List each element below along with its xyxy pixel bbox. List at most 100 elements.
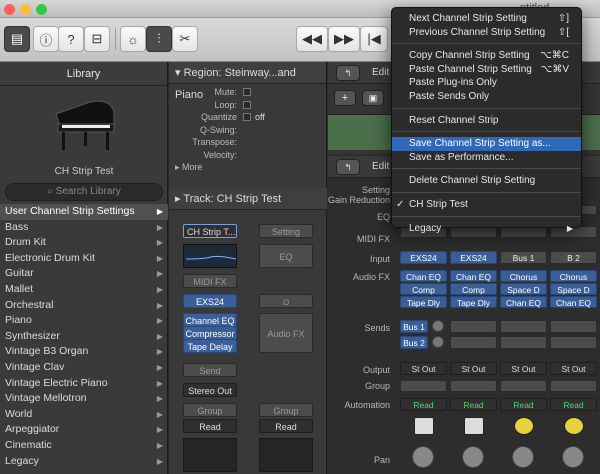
edit-menu[interactable]: Edit bbox=[372, 67, 389, 78]
audio-fx-slot[interactable]: Tape Dly bbox=[450, 296, 497, 308]
output-slot[interactable]: St Out bbox=[400, 362, 447, 375]
smart-controls-button[interactable]: ☼ bbox=[120, 26, 146, 52]
mixer-edit-menu[interactable]: Edit bbox=[372, 161, 389, 172]
rewind-button[interactable]: ◀◀ bbox=[296, 26, 328, 52]
mixer-back-button[interactable]: ↰ bbox=[336, 159, 360, 175]
editors-button[interactable]: ✂ bbox=[172, 26, 198, 52]
empty-send-slot[interactable] bbox=[550, 320, 597, 333]
library-item[interactable]: Piano ▶ bbox=[0, 313, 168, 329]
audio-fx-slot[interactable]: Chan EQ bbox=[550, 296, 597, 308]
menu-item[interactable]: Paste Sends Only bbox=[392, 90, 581, 104]
send-slot[interactable]: Send bbox=[183, 363, 237, 377]
empty-send-slot[interactable] bbox=[500, 336, 547, 349]
library-item[interactable]: Orchestral ▶ bbox=[0, 298, 168, 314]
library-item[interactable]: Bass ▶ bbox=[0, 220, 168, 236]
group-slot[interactable] bbox=[500, 380, 547, 392]
input-slot[interactable]: B 2 bbox=[550, 251, 597, 264]
output-slot[interactable]: St Out bbox=[450, 362, 497, 375]
fader-track-2[interactable] bbox=[259, 438, 313, 472]
menu-item[interactable]: Save Channel Strip Setting as... bbox=[392, 137, 581, 151]
library-item[interactable]: Vintage B3 Organ ▶ bbox=[0, 344, 168, 360]
empty-send-slot[interactable] bbox=[550, 336, 597, 349]
menu-item[interactable]: Next Channel Strip Setting ⇧] bbox=[392, 12, 581, 26]
library-item[interactable]: Electronic Drum Kit ▶ bbox=[0, 251, 168, 267]
empty-send-slot[interactable] bbox=[500, 320, 547, 333]
group-slot[interactable]: Group bbox=[183, 403, 237, 417]
audio-fx-slot[interactable]: Comp bbox=[400, 283, 447, 295]
fader-track[interactable] bbox=[183, 438, 237, 472]
region-folder-button[interactable]: ▣ bbox=[362, 90, 384, 106]
library-item[interactable]: Mallet ▶ bbox=[0, 282, 168, 298]
library-item[interactable]: World ▶ bbox=[0, 407, 168, 423]
menu-item[interactable]: Save as Performance... bbox=[392, 151, 581, 165]
param-value[interactable]: off bbox=[255, 112, 265, 122]
quick-help-button[interactable]: ? bbox=[58, 26, 84, 52]
send-slot[interactable]: Bus 1 bbox=[400, 320, 428, 333]
automation-mode[interactable]: Read bbox=[183, 419, 237, 433]
back-button[interactable]: ↰ bbox=[336, 65, 360, 81]
go-to-start-button[interactable]: |◀ bbox=[360, 26, 388, 52]
output-slot[interactable]: St Out bbox=[550, 362, 597, 375]
audio-fx-slot[interactable]: Space D bbox=[550, 283, 597, 295]
automation-mode-2[interactable]: Read bbox=[259, 419, 313, 433]
region-param-row[interactable]: Loop: bbox=[169, 99, 326, 112]
menu-item[interactable]: ✓ CH Strip Test bbox=[392, 198, 581, 212]
pan-knob[interactable] bbox=[562, 446, 584, 468]
mixer-button[interactable]: ⫶ bbox=[146, 26, 172, 52]
zoom-window-button[interactable] bbox=[36, 4, 47, 15]
library-item[interactable]: User Channel Strip Settings ▶ bbox=[0, 204, 168, 220]
group-slot[interactable] bbox=[450, 380, 497, 392]
forward-button[interactable]: ▶▶ bbox=[328, 26, 360, 52]
library-item[interactable]: Vintage Clav ▶ bbox=[0, 360, 168, 376]
pan-knob[interactable] bbox=[412, 446, 434, 468]
audio-fx-slot[interactable]: Chorus bbox=[550, 270, 597, 282]
library-item[interactable]: Vintage Mellotron ▶ bbox=[0, 391, 168, 407]
checkbox[interactable] bbox=[243, 100, 251, 109]
menu-item[interactable]: Reset Channel Strip bbox=[392, 114, 581, 128]
audio-fx-slot-3[interactable]: Tape Delay bbox=[183, 339, 237, 353]
library-item[interactable]: Synthesizer ▶ bbox=[0, 329, 168, 345]
pan-knob[interactable] bbox=[462, 446, 484, 468]
audio-fx-slot[interactable]: Tape Dly bbox=[400, 296, 447, 308]
group-slot-2[interactable]: Group bbox=[259, 403, 313, 417]
library-item[interactable]: Arpeggiator ▶ bbox=[0, 422, 168, 438]
toolbar-toggle-button[interactable]: ⊟ bbox=[84, 26, 110, 52]
menu-item[interactable]: Delete Channel Strip Setting bbox=[392, 174, 581, 188]
add-track-button[interactable]: + bbox=[334, 90, 356, 106]
library-item[interactable]: Guitar ▶ bbox=[0, 266, 168, 282]
checkbox[interactable] bbox=[243, 88, 251, 97]
automation-mode[interactable]: Read bbox=[550, 398, 597, 411]
output-slot[interactable]: Stereo Out bbox=[183, 383, 237, 397]
region-param-row[interactable]: Quantize off bbox=[169, 111, 326, 124]
input-slot[interactable]: EXS24 bbox=[450, 251, 497, 264]
setting-slot[interactable]: Setting bbox=[259, 224, 313, 238]
automation-mode[interactable]: Read bbox=[400, 398, 447, 411]
library-item[interactable]: Drum Kit ▶ bbox=[0, 235, 168, 251]
region-param-row[interactable]: Transpose: bbox=[169, 136, 326, 149]
channel-strip-setting-button[interactable]: CH Strip T... bbox=[183, 224, 237, 238]
track-header[interactable]: ▸ Track: CH Strip Test bbox=[169, 188, 327, 210]
output-slot[interactable]: St Out bbox=[500, 362, 547, 375]
menu-item[interactable]: Paste Plug-ins Only bbox=[392, 76, 581, 90]
audio-fx-slot-2[interactable]: Compressor bbox=[183, 326, 237, 340]
group-slot[interactable] bbox=[400, 380, 447, 392]
audio-fx-slot[interactable]: Chan EQ bbox=[450, 270, 497, 282]
region-header[interactable]: ▾ Region: Steinway...and Piano bbox=[169, 62, 326, 101]
empty-send-slot[interactable] bbox=[450, 336, 497, 349]
library-search-input[interactable]: ⌕ Search Library bbox=[5, 183, 163, 201]
menu-item[interactable]: Paste Channel Strip Setting ⌥⌘V bbox=[392, 63, 581, 77]
inspector-toggle-button[interactable]: ⓘ bbox=[33, 26, 59, 52]
send-level-knob[interactable] bbox=[432, 320, 444, 332]
audio-fx-slot-1[interactable]: Channel EQ bbox=[183, 313, 237, 327]
send-slot[interactable]: Bus 2 bbox=[400, 336, 428, 349]
group-slot[interactable] bbox=[550, 380, 597, 392]
checkbox[interactable] bbox=[243, 113, 251, 122]
eq-thumbnail[interactable] bbox=[183, 244, 237, 268]
menu-item[interactable]: Previous Channel Strip Setting ⇧[ bbox=[392, 26, 581, 40]
input-slot[interactable]: EXS24 bbox=[400, 251, 447, 264]
region-param-row[interactable]: Q-Swing: bbox=[169, 124, 326, 137]
audio-fx-slot[interactable]: Chan EQ bbox=[400, 270, 447, 282]
library-item[interactable]: Cinematic ▶ bbox=[0, 438, 168, 454]
eq-slot[interactable]: EQ bbox=[259, 244, 313, 268]
input-slot[interactable]: Bus 1 bbox=[500, 251, 547, 264]
